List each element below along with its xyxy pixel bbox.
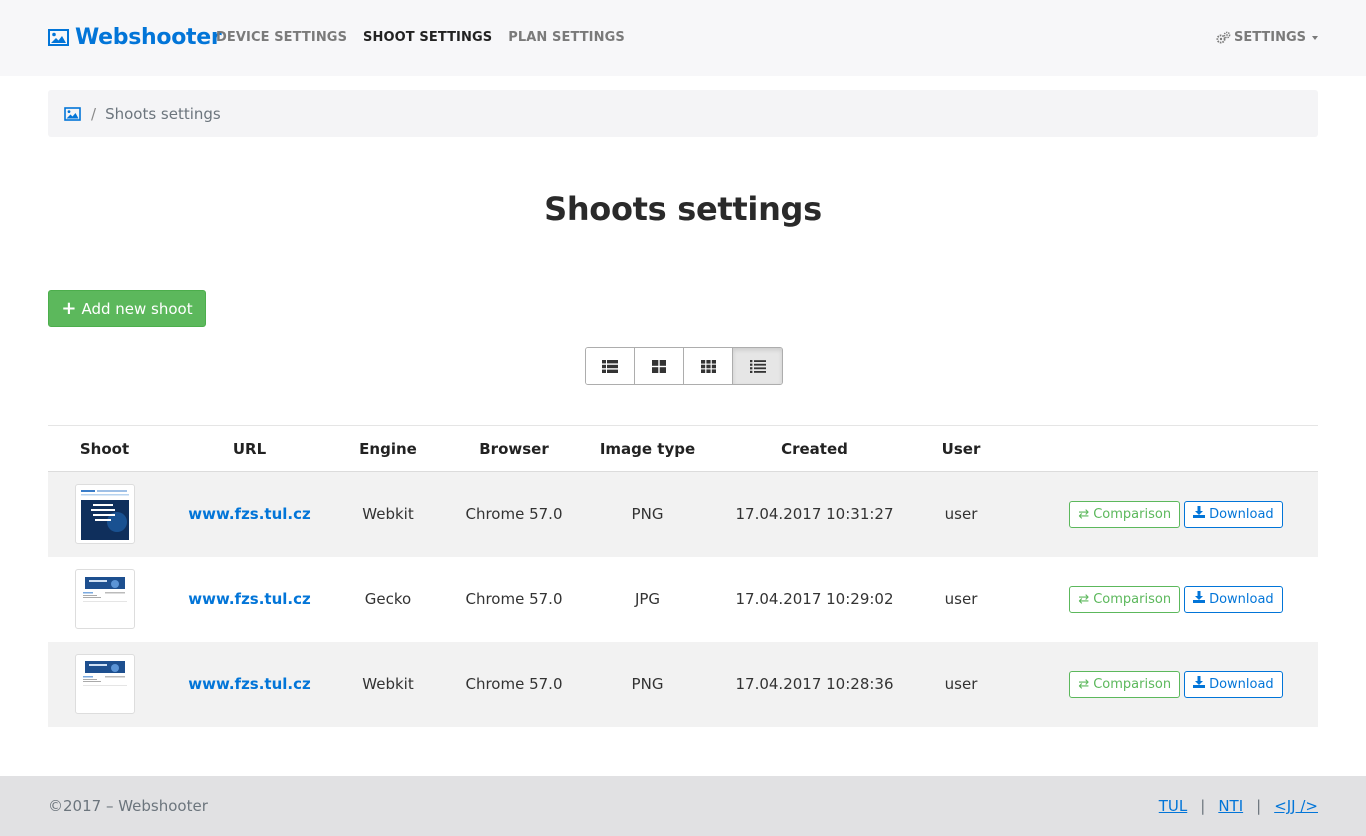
grid-small-icon: [700, 359, 716, 373]
detailed-list-icon: [749, 359, 766, 373]
view-list-button[interactable]: [586, 348, 635, 384]
download-icon: [1193, 676, 1206, 692]
row-actions: ⇄ Comparison Download: [998, 500, 1318, 528]
exchange-icon: ⇄: [1078, 676, 1090, 692]
shoot-created: 17.04.2017 10:28:36: [705, 641, 924, 727]
table-header-row: Shoot URL Engine Browser Image type Crea…: [48, 425, 1318, 472]
table-row: www.fzs.tul.cz Webkit Chrome 57.0 PNG 17…: [48, 471, 1318, 557]
add-new-shoot-button[interactable]: + Add new shoot: [48, 290, 206, 327]
add-new-shoot-label: Add new shoot: [81, 299, 193, 318]
comparison-label: Comparison: [1093, 506, 1172, 522]
settings-label: SETTINGS: [1233, 30, 1306, 45]
row-actions: ⇄ Comparison Download: [998, 670, 1318, 698]
shoot-browser: Chrome 57.0: [438, 471, 590, 557]
exchange-icon: ⇄: [1078, 591, 1090, 607]
row-actions: ⇄ Comparison Download: [998, 585, 1318, 613]
page-title: Shoots settings: [544, 190, 822, 228]
shoot-url-link[interactable]: www.fzs.tul.cz: [188, 590, 311, 608]
nav-plan-settings[interactable]: PLAN SETTINGS: [508, 30, 625, 45]
header-engine: Engine: [338, 425, 438, 472]
breadcrumb-current: Shoots settings: [105, 104, 221, 123]
footer-link-tul[interactable]: TUL: [1159, 797, 1188, 815]
shoot-image-type: PNG: [590, 641, 705, 727]
download-icon: [1193, 506, 1206, 522]
list-icon: [602, 359, 618, 373]
thumbnail-image-icon: [78, 658, 131, 710]
download-label: Download: [1209, 676, 1274, 692]
shoot-created: 17.04.2017 10:31:27: [705, 471, 924, 557]
download-label: Download: [1209, 506, 1274, 522]
header-shoot: Shoot: [48, 425, 161, 472]
shoot-user: user: [944, 590, 978, 608]
footer: ©2017 – Webshooter TUL | NTI | <JJ />: [0, 776, 1366, 836]
view-toggle-group: [585, 347, 783, 385]
shoot-engine: Webkit: [338, 641, 438, 727]
footer-link-nti[interactable]: NTI: [1218, 797, 1243, 815]
main-nav: DEVICE SETTINGS SHOOT SETTINGS PLAN SETT…: [216, 30, 641, 45]
brand-link[interactable]: Webshooter: [48, 22, 222, 52]
download-button[interactable]: Download: [1184, 670, 1283, 698]
breadcrumb-separator: /: [91, 104, 97, 123]
header-url: URL: [161, 425, 338, 472]
nav-shoot-settings[interactable]: SHOOT SETTINGS: [363, 30, 492, 45]
cogs-icon: [1216, 31, 1231, 44]
header-image-type: Image type: [590, 425, 705, 472]
download-button[interactable]: Download: [1184, 585, 1283, 613]
shoot-thumbnail[interactable]: [74, 569, 135, 629]
caret-down-icon: [1312, 35, 1318, 40]
comparison-label: Comparison: [1093, 676, 1172, 692]
shoot-url-link[interactable]: www.fzs.tul.cz: [188, 505, 311, 523]
shoot-engine: Gecko: [364, 590, 412, 608]
shoot-browser: Chrome 57.0: [465, 590, 563, 608]
download-button[interactable]: Download: [1184, 500, 1283, 528]
table-row: www.fzs.tul.cz Gecko Chrome 57.0 JPG 17.…: [48, 557, 1318, 642]
view-detailed-list-button[interactable]: [733, 348, 782, 384]
nav-device-settings[interactable]: DEVICE SETTINGS: [216, 30, 347, 45]
plus-icon: +: [61, 297, 77, 319]
footer-separator: |: [1200, 797, 1206, 815]
shoot-image-type: PNG: [590, 471, 705, 557]
shoot-user: user: [924, 641, 998, 727]
thumbnail-image-icon: [78, 488, 131, 541]
view-grid-small-button[interactable]: [684, 348, 733, 384]
shoot-thumbnail[interactable]: [74, 654, 135, 714]
image-icon[interactable]: [64, 106, 81, 121]
brand-name: Webshooter: [75, 24, 222, 50]
thumbnail-image-icon: [78, 573, 131, 625]
download-icon: [1193, 591, 1206, 607]
header-browser: Browser: [438, 425, 590, 472]
shoot-browser: Chrome 57.0: [438, 641, 590, 727]
footer-separator: |: [1256, 797, 1262, 815]
grid-large-icon: [652, 359, 666, 373]
shoot-url-link[interactable]: www.fzs.tul.cz: [188, 675, 311, 693]
view-grid-large-button[interactable]: [635, 348, 684, 384]
header-created: Created: [705, 425, 924, 472]
header-user: User: [924, 425, 998, 472]
header-actions: [998, 425, 1318, 472]
shoot-created: 17.04.2017 10:29:02: [735, 590, 894, 608]
settings-dropdown[interactable]: SETTINGS: [1216, 30, 1318, 45]
breadcrumb: / Shoots settings: [48, 90, 1318, 137]
download-label: Download: [1209, 591, 1274, 607]
comparison-button[interactable]: ⇄ Comparison: [1069, 500, 1181, 528]
comparison-label: Comparison: [1093, 591, 1172, 607]
comparison-button[interactable]: ⇄ Comparison: [1069, 585, 1181, 613]
shoot-engine: Webkit: [338, 471, 438, 557]
exchange-icon: ⇄: [1078, 506, 1090, 522]
comparison-button[interactable]: ⇄ Comparison: [1069, 670, 1181, 698]
shoot-thumbnail[interactable]: [74, 484, 135, 545]
footer-link-jj[interactable]: <JJ />: [1274, 797, 1318, 815]
shoots-table: Shoot URL Engine Browser Image type Crea…: [48, 425, 1318, 727]
navbar: Webshooter DEVICE SETTINGS SHOOT SETTING…: [0, 0, 1366, 76]
table-row: www.fzs.tul.cz Webkit Chrome 57.0 PNG 17…: [48, 641, 1318, 727]
shoot-image-type: JPG: [634, 590, 661, 608]
copyright-text: ©2017 – Webshooter: [48, 797, 208, 815]
shoot-user: user: [924, 471, 998, 557]
footer-links: TUL | NTI | <JJ />: [1159, 797, 1318, 815]
image-icon: [48, 28, 69, 46]
